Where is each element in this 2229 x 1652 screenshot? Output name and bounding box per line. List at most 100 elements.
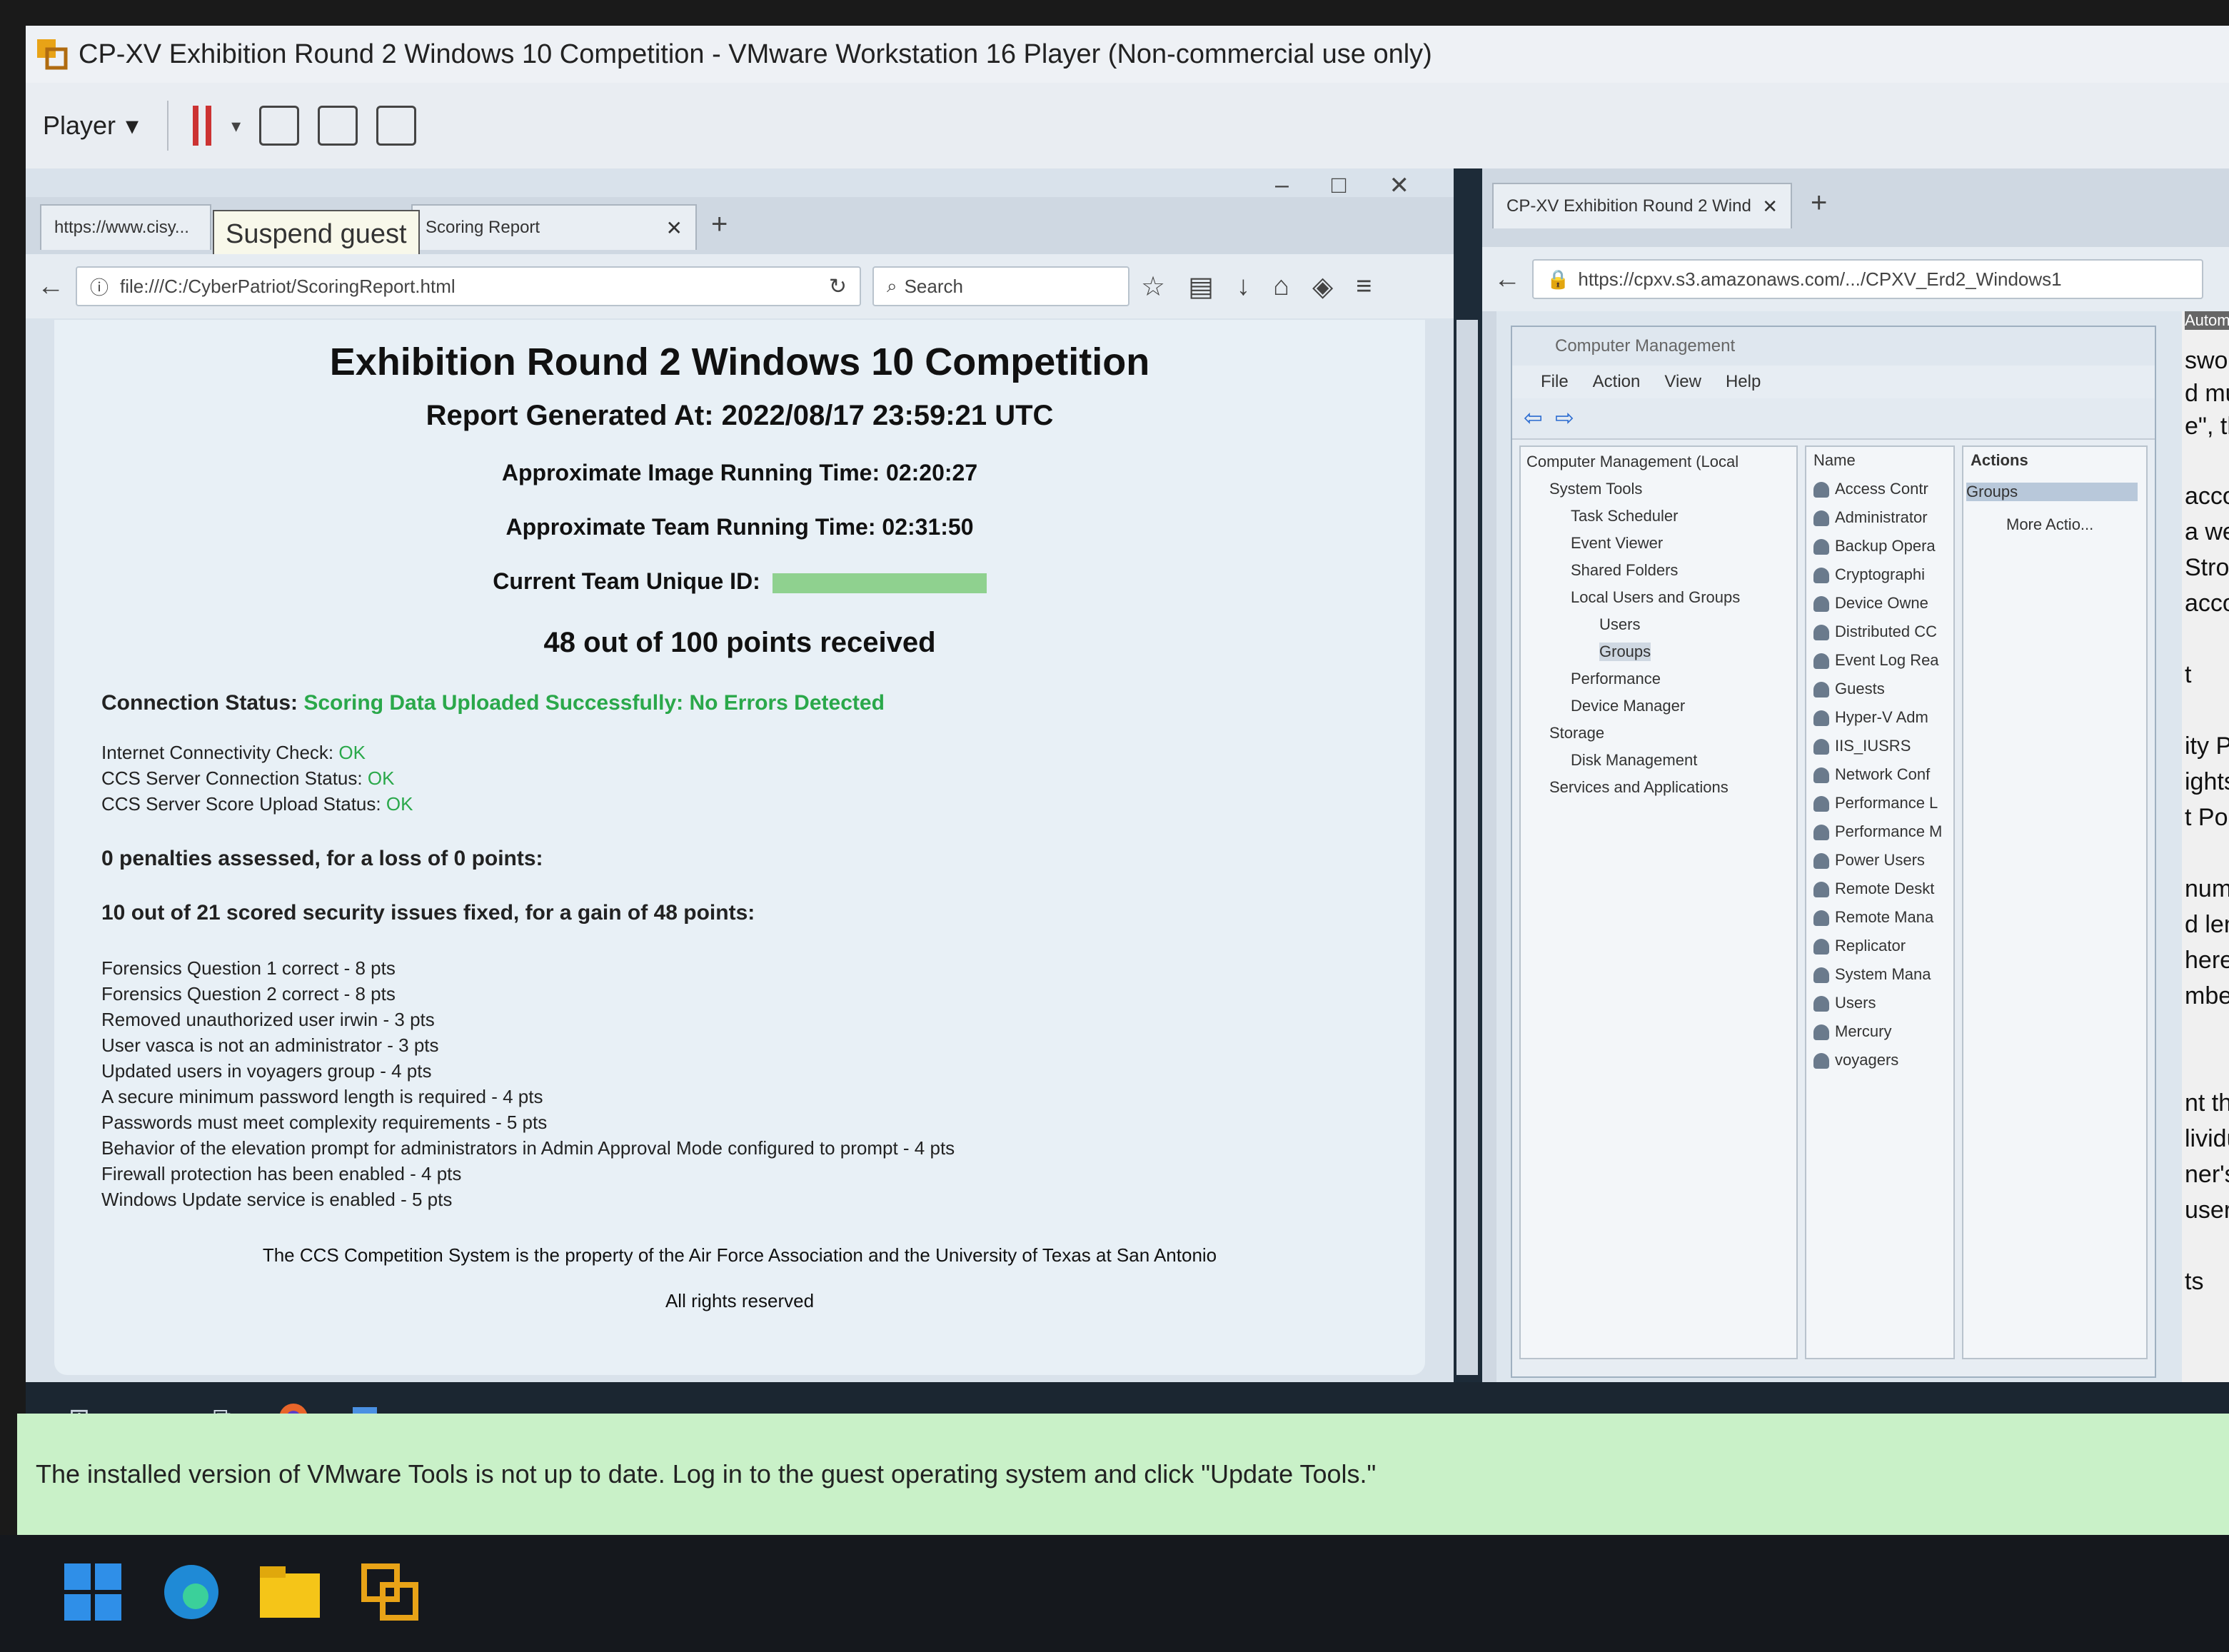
nav-bar: ← ⓘ file:///C:/CyberPatriot/ScoringRepor… xyxy=(26,254,1454,318)
group-icon xyxy=(1813,568,1829,584)
windows-start-icon[interactable] xyxy=(64,1563,121,1624)
list-item[interactable]: Performance M xyxy=(1813,822,1942,841)
check-label: CCS Server Connection Status: xyxy=(101,767,363,789)
list-item[interactable]: Administrator xyxy=(1813,508,1928,527)
back-icon[interactable]: ← xyxy=(37,271,64,302)
tab-first[interactable]: https://www.cisy... xyxy=(40,204,211,250)
back-icon[interactable]: ⇦ xyxy=(1524,404,1543,431)
unity-icon[interactable] xyxy=(376,106,417,146)
list-item[interactable]: Power Users xyxy=(1813,851,1925,870)
more-actions[interactable]: More Actio... xyxy=(2006,515,2093,534)
new-tab-icon[interactable]: + xyxy=(1811,187,1827,219)
tree-local-users-groups[interactable]: Local Users and Groups xyxy=(1571,588,1740,607)
reload-icon[interactable]: ↻ xyxy=(829,274,847,299)
tree-shared-folders[interactable]: Shared Folders xyxy=(1571,561,1678,580)
scoring-report-page: Exhibition Round 2 Windows 10 Competitio… xyxy=(54,320,1425,1375)
menu-icon[interactable]: ≡ xyxy=(1356,271,1372,302)
send-keys-icon[interactable] xyxy=(259,106,300,146)
list-item[interactable]: Backup Opera xyxy=(1813,537,1936,555)
tree-performance[interactable]: Performance xyxy=(1571,670,1661,688)
menu-view[interactable]: View xyxy=(1664,372,1701,392)
group-name: Remote Mana xyxy=(1835,908,1934,926)
side-line: here you xyxy=(2185,947,2229,974)
list-item[interactable]: Guests xyxy=(1813,680,1885,698)
tree-task-scheduler[interactable]: Task Scheduler xyxy=(1571,507,1678,525)
tree-users[interactable]: Users xyxy=(1599,615,1640,634)
group-icon xyxy=(1813,767,1829,784)
list-item: User vasca is not an administrator - 3 p… xyxy=(101,1034,439,1056)
list-item[interactable]: Cryptographi xyxy=(1813,565,1925,584)
list-item[interactable]: Mercury xyxy=(1813,1022,1891,1041)
group-name: IIS_IUSRS xyxy=(1835,737,1911,755)
group-name: Distributed CC xyxy=(1835,623,1938,640)
url-bar[interactable]: ⓘ file:///C:/CyberPatriot/ScoringReport.… xyxy=(76,266,861,306)
chevron-down-icon[interactable]: ▾ xyxy=(231,115,241,137)
list-item[interactable]: Device Owne xyxy=(1813,594,1928,613)
vmware-tools-notification[interactable]: The installed version of VMware Tools is… xyxy=(17,1414,2229,1535)
group-icon xyxy=(1813,882,1829,898)
menu-action[interactable]: Action xyxy=(1593,372,1641,392)
list-item[interactable]: Hyper-V Adm xyxy=(1813,708,1928,727)
list-item[interactable]: voyagers xyxy=(1813,1051,1898,1069)
page-scrollbar[interactable] xyxy=(1456,320,1478,1375)
group-name: Device Owne xyxy=(1835,594,1928,612)
list-item[interactable]: Access Contr xyxy=(1813,480,1928,498)
list-item[interactable]: Distributed CC xyxy=(1813,623,1937,641)
fullscreen-icon[interactable] xyxy=(318,106,358,146)
side-line: ights As xyxy=(2185,768,2229,795)
library-icon[interactable]: ▤ xyxy=(1188,271,1214,303)
minimize-icon[interactable]: – xyxy=(1275,171,1289,200)
check-value: OK xyxy=(338,742,366,763)
column-header-name[interactable]: Name xyxy=(1813,451,1856,470)
window-controls: – □ ✕ xyxy=(1275,171,1409,200)
group-icon xyxy=(1813,625,1829,641)
tab-exhibition[interactable]: CP-XV Exhibition Round 2 Wind ✕ xyxy=(1492,183,1792,228)
pocket-icon[interactable]: ◈ xyxy=(1312,271,1333,303)
cm-menu: File Action View Help xyxy=(1512,366,2155,398)
maximize-icon[interactable]: □ xyxy=(1332,171,1347,200)
list-item[interactable]: IIS_IUSRS xyxy=(1813,737,1911,755)
list-item[interactable]: Remote Mana xyxy=(1813,908,1933,927)
vmware-player-icon[interactable] xyxy=(361,1563,418,1624)
list-item[interactable]: Remote Deskt xyxy=(1813,880,1934,898)
window-title: CP-XV Exhibition Round 2 Windows 10 Comp… xyxy=(79,39,1432,69)
close-tab-icon[interactable]: ✕ xyxy=(666,216,683,240)
home-icon[interactable]: ⌂ xyxy=(1273,271,1289,302)
list-item[interactable]: Event Log Rea xyxy=(1813,651,1939,670)
tree-root[interactable]: Computer Management (Local xyxy=(1526,453,1739,471)
close-tab-icon[interactable]: ✕ xyxy=(1762,196,1778,218)
tree-groups[interactable]: Groups xyxy=(1599,643,1651,661)
tree-disk-management[interactable]: Disk Management xyxy=(1571,751,1697,770)
download-icon[interactable]: ↓ xyxy=(1237,271,1250,302)
side-line: a weak xyxy=(2185,518,2229,545)
list-item[interactable]: Network Conf xyxy=(1813,765,1930,784)
new-tab-icon[interactable]: + xyxy=(711,208,728,241)
bookmark-star-icon[interactable]: ☆ xyxy=(1141,271,1165,303)
tree-storage[interactable]: Storage xyxy=(1549,724,1604,742)
tab-scoring-report[interactable]: Scoring Report ✕ xyxy=(411,204,697,250)
file-explorer-icon[interactable] xyxy=(260,1566,320,1621)
tree-device-manager[interactable]: Device Manager xyxy=(1571,697,1685,715)
actions-groups[interactable]: Groups xyxy=(1966,483,2138,501)
player-menu[interactable]: Player ▾ xyxy=(43,101,169,151)
tree-system-tools[interactable]: System Tools xyxy=(1549,480,1642,498)
menu-help[interactable]: Help xyxy=(1726,372,1761,392)
list-item[interactable]: System Mana xyxy=(1813,965,1931,984)
edge-browser-icon[interactable] xyxy=(163,1563,220,1624)
url-text: file:///C:/CyberPatriot/ScoringReport.ht… xyxy=(120,275,456,297)
back-icon[interactable]: ← xyxy=(1494,264,1521,295)
forward-icon[interactable]: ⇨ xyxy=(1555,404,1574,431)
search-field[interactable]: ⌕ Search xyxy=(872,266,1129,306)
list-item[interactable]: Replicator xyxy=(1813,937,1906,955)
list-item: Passwords must meet complexity requireme… xyxy=(101,1112,548,1133)
menu-file[interactable]: File xyxy=(1541,372,1569,392)
suspend-icon[interactable] xyxy=(187,103,227,148)
list-item[interactable]: Performance L xyxy=(1813,794,1938,812)
tree-event-viewer[interactable]: Event Viewer xyxy=(1571,534,1663,553)
tree-services-apps[interactable]: Services and Applications xyxy=(1549,778,1729,797)
list-item[interactable]: Users xyxy=(1813,994,1876,1012)
url-bar[interactable]: 🔒 https://cpxv.s3.amazonaws.com/.../CPXV… xyxy=(1532,259,2203,299)
close-icon[interactable]: ✕ xyxy=(1389,171,1409,200)
group-icon xyxy=(1813,910,1829,927)
side-line: Strong xyxy=(2185,554,2229,581)
